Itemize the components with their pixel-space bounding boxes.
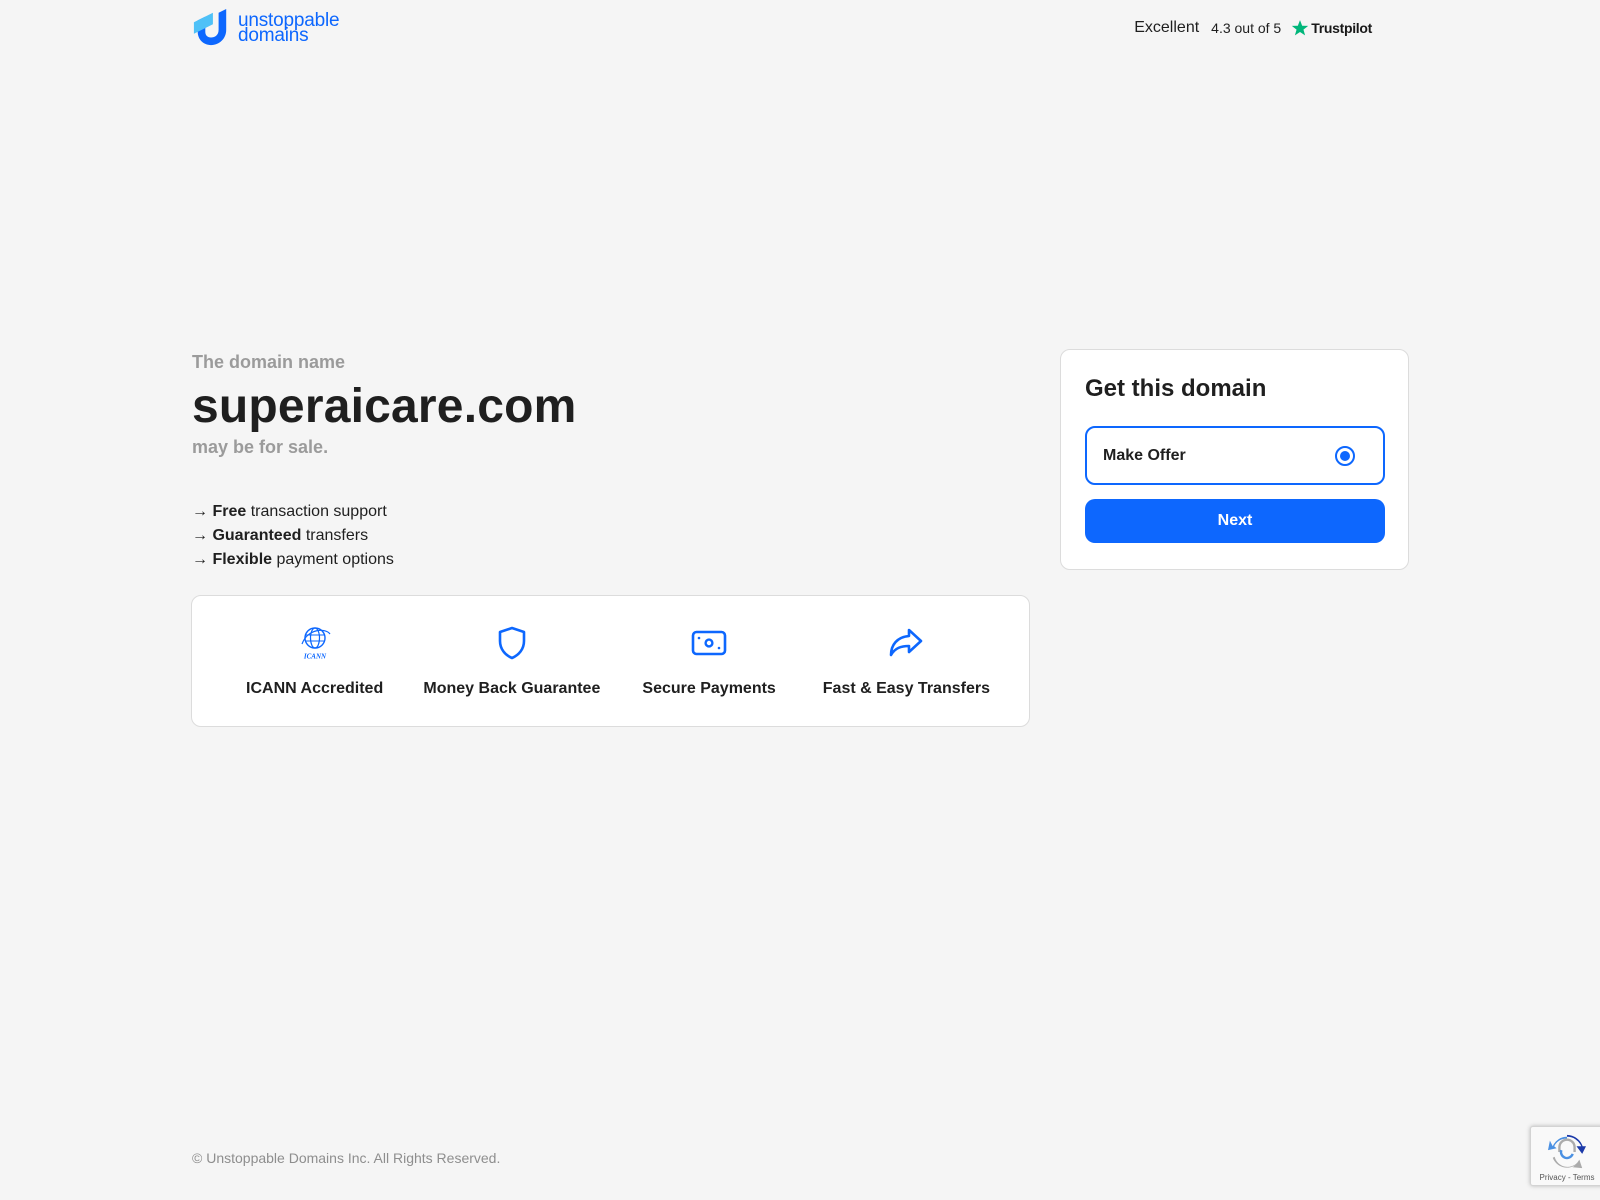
feature-text: transfers [301,527,369,544]
badge-label: Fast & Easy Transfers [822,680,990,697]
feature-arrow: → [192,551,208,568]
feature-item: → Flexible payment options [192,548,394,572]
hero-subtitle: may be for sale. [192,437,329,457]
next-button[interactable]: Next [1085,499,1385,543]
feature-text: payment options [272,551,394,568]
recaptcha-badge[interactable]: Privacy - Terms [1530,1126,1600,1186]
recaptcha-links[interactable]: Privacy - Terms [1540,1173,1595,1182]
logo-link[interactable]: unstoppable domains [192,8,340,48]
radio-selected-dot [1340,450,1350,461]
badge-label: Secure Payments [642,680,776,697]
trust-badges: ICANN ICANN Accredited Money Back Guaran… [191,595,1030,727]
hero-eyebrow: The domain name [192,352,346,372]
trustpilot-star-icon [1292,20,1309,36]
feature-bold: Flexible [212,551,273,568]
trust-label: Excellent [1134,19,1200,36]
shield-icon [493,624,531,662]
share-arrow-icon [887,624,925,662]
feature-item: → Free transaction support [192,500,394,524]
trustpilot-rating[interactable]: Excellent 4.3 out of 5 Trustpilot [1134,19,1372,37]
make-offer-option[interactable]: Make Offer [1085,426,1385,485]
badge-fast-transfers: Fast & Easy Transfers [811,624,1001,698]
unstoppable-domains-logo-icon [193,9,227,46]
footer-copyright: © Unstoppable Domains Inc. All Rights Re… [192,1150,501,1166]
badge-icann: ICANN ICANN Accredited [220,624,410,698]
domain-name: superaicare.com [192,380,577,433]
card-title: Get this domain [1085,375,1267,402]
feature-text: transaction support [246,503,387,520]
hero: The domain name superaicare.com may be f… [192,352,1012,458]
trust-rating: 4.3 out of 5 [1211,20,1282,36]
feature-bold: Free [212,503,247,520]
feature-list: → Free transaction support → Guaranteed … [192,500,394,572]
badge-secure-payments: Secure Payments [614,624,804,698]
icann-globe-icon: ICANN [296,624,334,662]
feature-bold: Guaranteed [212,527,302,544]
cash-icon [690,624,728,662]
badge-label: Money Back Guarantee [423,680,601,697]
get-domain-card: Get this domain Make Offer Next [1060,349,1409,570]
make-offer-label: Make Offer [1103,446,1186,464]
trustpilot-brand-text: Trustpilot [1311,20,1372,36]
recaptcha-icon [1548,1134,1586,1169]
feature-arrow: → [192,503,208,520]
logo-wordmark: unstoppable domains [238,11,340,45]
make-offer-radio[interactable] [1335,445,1355,466]
badge-label: ICANN Accredited [246,680,384,697]
header: unstoppable domains Excellent 4.3 out of… [192,6,1372,50]
icann-icon-text: ICANN [303,653,327,661]
feature-item: → Guaranteed transfers [192,524,394,548]
badge-money-back: Money Back Guarantee [417,624,607,698]
feature-arrow: → [192,527,208,544]
trustpilot-brand: Trustpilot [1291,19,1372,37]
